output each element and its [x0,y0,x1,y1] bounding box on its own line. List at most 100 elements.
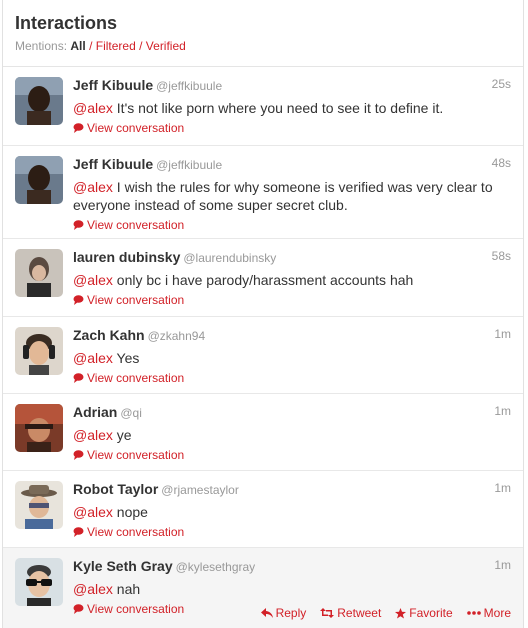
filter-filtered[interactable]: Filtered [96,39,136,53]
view-conversation-link[interactable]: View conversation [73,525,184,539]
timestamp[interactable]: 1m [494,558,511,572]
view-conversation-label: View conversation [87,371,185,385]
tweet-actions: Reply Retweet Favorite More [260,606,511,620]
mention-link[interactable]: @alex [73,100,113,116]
avatar[interactable] [15,558,63,606]
more-dots-icon [466,611,481,615]
username[interactable]: @jeffkibuule [156,79,222,93]
filter-verified[interactable]: Verified [146,39,186,53]
speech-bubble-icon [73,450,84,460]
fullname[interactable]: Jeff Kibuule [73,156,153,172]
username[interactable]: @zkahn94 [148,329,206,343]
reply-icon [260,608,273,618]
view-conversation-label: View conversation [87,293,185,307]
tweet-text: @alex It's not like porn where you need … [73,99,511,117]
view-conversation-link[interactable]: View conversation [73,602,184,616]
timestamp[interactable]: 1m [494,327,511,341]
tweet-text: @alex only bc i have parody/harassment a… [73,271,511,289]
avatar[interactable] [15,249,63,297]
username[interactable]: @laurendubinsky [183,251,276,265]
avatar[interactable] [15,404,63,452]
filter-all[interactable]: All [70,39,85,53]
view-conversation-link[interactable]: View conversation [73,121,184,135]
username[interactable]: @kylesethgray [176,560,256,574]
tweet-text: @alex Yes [73,349,511,367]
filter-separator: / [89,39,93,53]
speech-bubble-icon [73,123,84,133]
list-item[interactable]: Zach Kahn @zkahn94 1m @alex Yes View conv… [3,317,523,394]
tweet-body: nah [112,581,141,597]
page-title: Interactions [15,13,118,33]
list-item[interactable]: Jeff Kibuule @jeffkibuule 48s @alex I wis… [3,146,523,239]
tweet-text: @alex ye [73,426,511,444]
tweet-body: ye [112,427,132,443]
tweet-text: @alex I wish the rules for why someone i… [73,178,511,214]
view-conversation-link[interactable]: View conversation [73,293,184,307]
mention-link[interactable]: @alex [73,427,113,443]
interactions-panel: Interactions Mentions: All / Filtered / … [2,0,524,628]
speech-bubble-icon [73,527,84,537]
username[interactable]: @qi [120,406,142,420]
speech-bubble-icon [73,220,84,230]
favorite-label: Favorite [409,606,453,620]
mention-link[interactable]: @alex [73,504,113,520]
reply-label: Reply [275,606,307,620]
view-conversation-link[interactable]: View conversation [73,448,184,462]
view-conversation-label: View conversation [87,121,185,135]
avatar[interactable] [15,156,63,204]
favorite-button[interactable]: Favorite [395,606,453,620]
view-conversation-link[interactable]: View conversation [73,371,184,385]
reply-button[interactable]: Reply [260,606,307,620]
view-conversation-label: View conversation [87,448,185,462]
mention-link[interactable]: @alex [73,350,113,366]
timestamp[interactable]: 58s [492,249,511,263]
tweet-body: Yes [112,350,140,366]
more-button[interactable]: More [466,606,511,620]
timestamp[interactable]: 1m [494,481,511,495]
tweet-body: It's not like porn where you need to see… [112,100,444,116]
star-icon [395,607,407,618]
mention-link[interactable]: @alex [73,581,113,597]
avatar[interactable] [15,481,63,529]
mention-link[interactable]: @alex [73,179,113,195]
list-item[interactable]: Adrian @qi 1m @alex ye View conversation [3,394,523,471]
filter-separator: / [139,39,143,53]
speech-bubble-icon [73,373,84,383]
timestamp[interactable]: 48s [492,156,511,170]
list-item[interactable]: Robot Taylor @rjamestaylor 1m @alex nope … [3,471,523,548]
list-item[interactable]: Jeff Kibuule @jeffkibuule 25s @alex It's … [3,67,523,146]
fullname[interactable]: Kyle Seth Gray [73,558,173,574]
retweet-button[interactable]: Retweet [320,606,381,620]
avatar[interactable] [15,77,63,125]
tweet-text: @alex nope [73,503,511,521]
speech-bubble-icon [73,295,84,305]
fullname[interactable]: Adrian [73,404,117,420]
username[interactable]: @rjamestaylor [161,483,239,497]
timestamp[interactable]: 25s [492,77,511,91]
tweet-body: nope [112,504,148,520]
fullname[interactable]: Zach Kahn [73,327,145,343]
avatar[interactable] [15,327,63,375]
tweet-body: only bc i have parody/harassment account… [112,272,414,288]
timestamp[interactable]: 1m [494,404,511,418]
view-conversation-label: View conversation [87,218,185,232]
list-item[interactable]: lauren dubinsky @laurendubinsky 58s @alex… [3,239,523,317]
mention-link[interactable]: @alex [73,272,113,288]
tweet-text: @alex nah [73,580,511,598]
list-item[interactable]: Kyle Seth Gray @kylesethgray 1m @alex nah… [3,548,523,628]
view-conversation-link[interactable]: View conversation [73,218,184,232]
fullname[interactable]: lauren dubinsky [73,249,180,265]
fullname[interactable]: Jeff Kibuule [73,77,153,93]
mentions-label: Mentions: [15,39,68,53]
speech-bubble-icon [73,604,84,614]
mentions-filter-bar: Mentions: All / Filtered / Verified [15,39,523,53]
retweet-label: Retweet [337,606,382,620]
header: Interactions Mentions: All / Filtered / … [3,0,523,67]
more-label: More [483,606,511,620]
fullname[interactable]: Robot Taylor [73,481,158,497]
retweet-icon [320,608,335,618]
view-conversation-label: View conversation [87,602,185,616]
tweet-body: I wish the rules for why someone is veri… [73,179,493,213]
view-conversation-label: View conversation [87,525,185,539]
username[interactable]: @jeffkibuule [156,158,222,172]
